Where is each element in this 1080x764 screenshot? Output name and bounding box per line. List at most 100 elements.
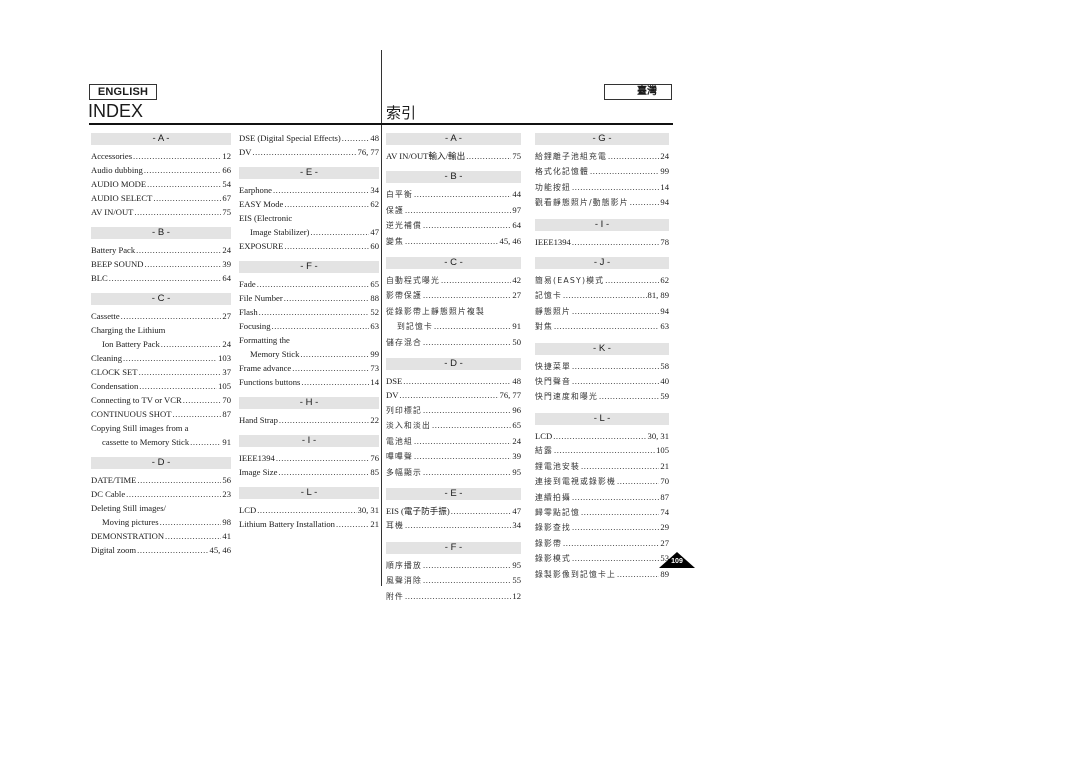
index-entry: 保護 97 — [386, 203, 521, 218]
index-entry: Frame advance 73 — [239, 361, 379, 375]
entry-page: 60 — [370, 241, 379, 251]
entry-name: File Number — [239, 293, 283, 303]
index-entry-line: Deleting Still images/ — [91, 501, 231, 515]
index-entry: Flash 52 — [239, 305, 379, 319]
entry-page: 55 — [512, 575, 521, 586]
index-entry: EIS (電子防手振) 47 — [386, 504, 521, 518]
index-entry: BLC 64 — [91, 271, 231, 285]
entry-page: 58 — [660, 360, 669, 371]
entry-name: 靜態照片 — [535, 306, 571, 316]
leader-dots — [300, 347, 369, 361]
index-entry: Connecting to TV or VCR 70 — [91, 393, 231, 407]
section-header: - I - — [535, 218, 669, 231]
leader-dots — [405, 589, 511, 603]
entry-name: Audio dubbing — [91, 165, 143, 175]
index-column-1: - A - Accessories 12 Audio dubbing 66 AUDIO M… — [91, 131, 231, 563]
entry-name: cassette to Memory Stick — [102, 437, 190, 447]
index-entry: 對焦 63 — [535, 319, 669, 334]
entry-page: 40 — [660, 376, 669, 387]
entry-name: 連續拍攝 — [535, 492, 571, 502]
index-entry: 到記憶卡 91 — [386, 319, 521, 334]
index-entry: AUDIO SELECT 67 — [91, 191, 231, 205]
entry-name: IEEE1394 — [535, 236, 571, 247]
index-entry: 連接到電視或錄影機 70 — [535, 474, 669, 489]
entry-page: 64 — [512, 220, 521, 231]
index-entry: 歸零點記憶 74 — [535, 505, 669, 520]
index-entry: DATE/TIME 56 — [91, 473, 231, 487]
entry-name: 快門聲音 — [535, 377, 571, 387]
entry-name: 錄影帶 — [535, 538, 562, 548]
leader-dots — [414, 449, 511, 463]
entry-name: Moving pictures — [102, 517, 159, 527]
entry-page: 89 — [660, 568, 669, 579]
leader-dots — [423, 558, 511, 572]
index-entry: 多幅顯示 95 — [386, 465, 521, 480]
leader-dots — [441, 273, 511, 287]
index-entry: 錄影模式53 — [535, 551, 669, 566]
section-header: - B - — [386, 171, 521, 184]
index-entry: 嗶嗶聲 39 — [386, 449, 521, 464]
index-entry: Hand Strap 22 — [239, 413, 379, 427]
entry-name: DSE (Digital Special Effects) — [239, 133, 341, 143]
leader-dots — [432, 418, 511, 432]
entry-page: 27 — [660, 537, 669, 548]
section-header: - L - — [239, 487, 379, 499]
leader-dots — [563, 536, 659, 550]
leader-dots — [414, 434, 511, 448]
entry-name: 順序播放 — [386, 560, 422, 570]
entry-name: 對焦 — [535, 322, 553, 332]
index-entry: LCD 30, 31 — [535, 429, 669, 443]
leader-dots — [284, 239, 369, 253]
entry-name: 淡入和淡出 — [386, 421, 431, 431]
entry-page: 66 — [222, 165, 231, 175]
entry-page: 70 — [660, 476, 669, 487]
entry-page: 88 — [370, 293, 379, 303]
index-entry-line: EIS (Electronic — [239, 211, 379, 225]
entry-page: 22 — [370, 415, 379, 425]
entry-name: Formatting the — [239, 335, 290, 345]
leader-dots — [257, 277, 370, 291]
leader-dots — [161, 337, 222, 351]
leader-dots — [273, 183, 369, 197]
leader-dots — [342, 131, 370, 145]
index-entry: AV IN/OUT 75 — [91, 205, 231, 219]
leader-dots — [405, 518, 511, 532]
entry-name: DATE/TIME — [91, 475, 137, 485]
entry-name: 附件 — [386, 591, 404, 601]
entry-page: 87 — [222, 409, 231, 419]
entry-page: 94 — [660, 305, 669, 316]
index-entry: DSE (Digital Special Effects) 48 — [239, 131, 379, 145]
entry-page: 56 — [222, 475, 231, 485]
entry-page: 45, 46 — [499, 235, 521, 246]
entry-name: LCD — [535, 430, 553, 441]
entry-page: 91 — [222, 437, 231, 447]
entry-page: 76, 77 — [357, 147, 379, 157]
section-header: - E - — [239, 167, 379, 179]
index-entry: Ion Battery Pack 24 — [91, 337, 231, 351]
index-entry-line: Formatting the — [239, 333, 379, 347]
index-entry: 錄製影像到記憶卡上 89 — [535, 567, 669, 582]
leader-dots — [134, 205, 221, 219]
index-entry: Cleaning 103 — [91, 351, 231, 365]
index-entry: 快捷菜單 58 — [535, 359, 669, 374]
section-header: - A - — [386, 133, 521, 145]
entry-page: 75 — [512, 151, 521, 161]
entry-name: EASY Mode — [239, 199, 284, 209]
entry-name: AV IN/OUT輸入/輸出 — [386, 151, 466, 161]
entry-page: 65 — [512, 420, 521, 431]
entry-page: 62 — [660, 275, 669, 286]
leader-dots — [133, 149, 221, 163]
entry-name: 儲存混合 — [386, 337, 422, 347]
leader-dots — [423, 335, 511, 349]
index-entry: 白平衡 44 — [386, 187, 521, 202]
leader-dots — [144, 257, 221, 271]
entry-name: DV — [386, 390, 399, 401]
entry-page: 99 — [660, 166, 669, 177]
leader-dots — [554, 319, 659, 333]
index-entry: 影帶保護 27 — [386, 288, 521, 303]
index-entry: Battery Pack 24 — [91, 243, 231, 257]
entry-name: Cassette — [91, 311, 120, 321]
entry-name: DV — [239, 147, 252, 157]
leader-dots — [572, 520, 659, 534]
entry-name: 風聲消除 — [386, 576, 422, 586]
